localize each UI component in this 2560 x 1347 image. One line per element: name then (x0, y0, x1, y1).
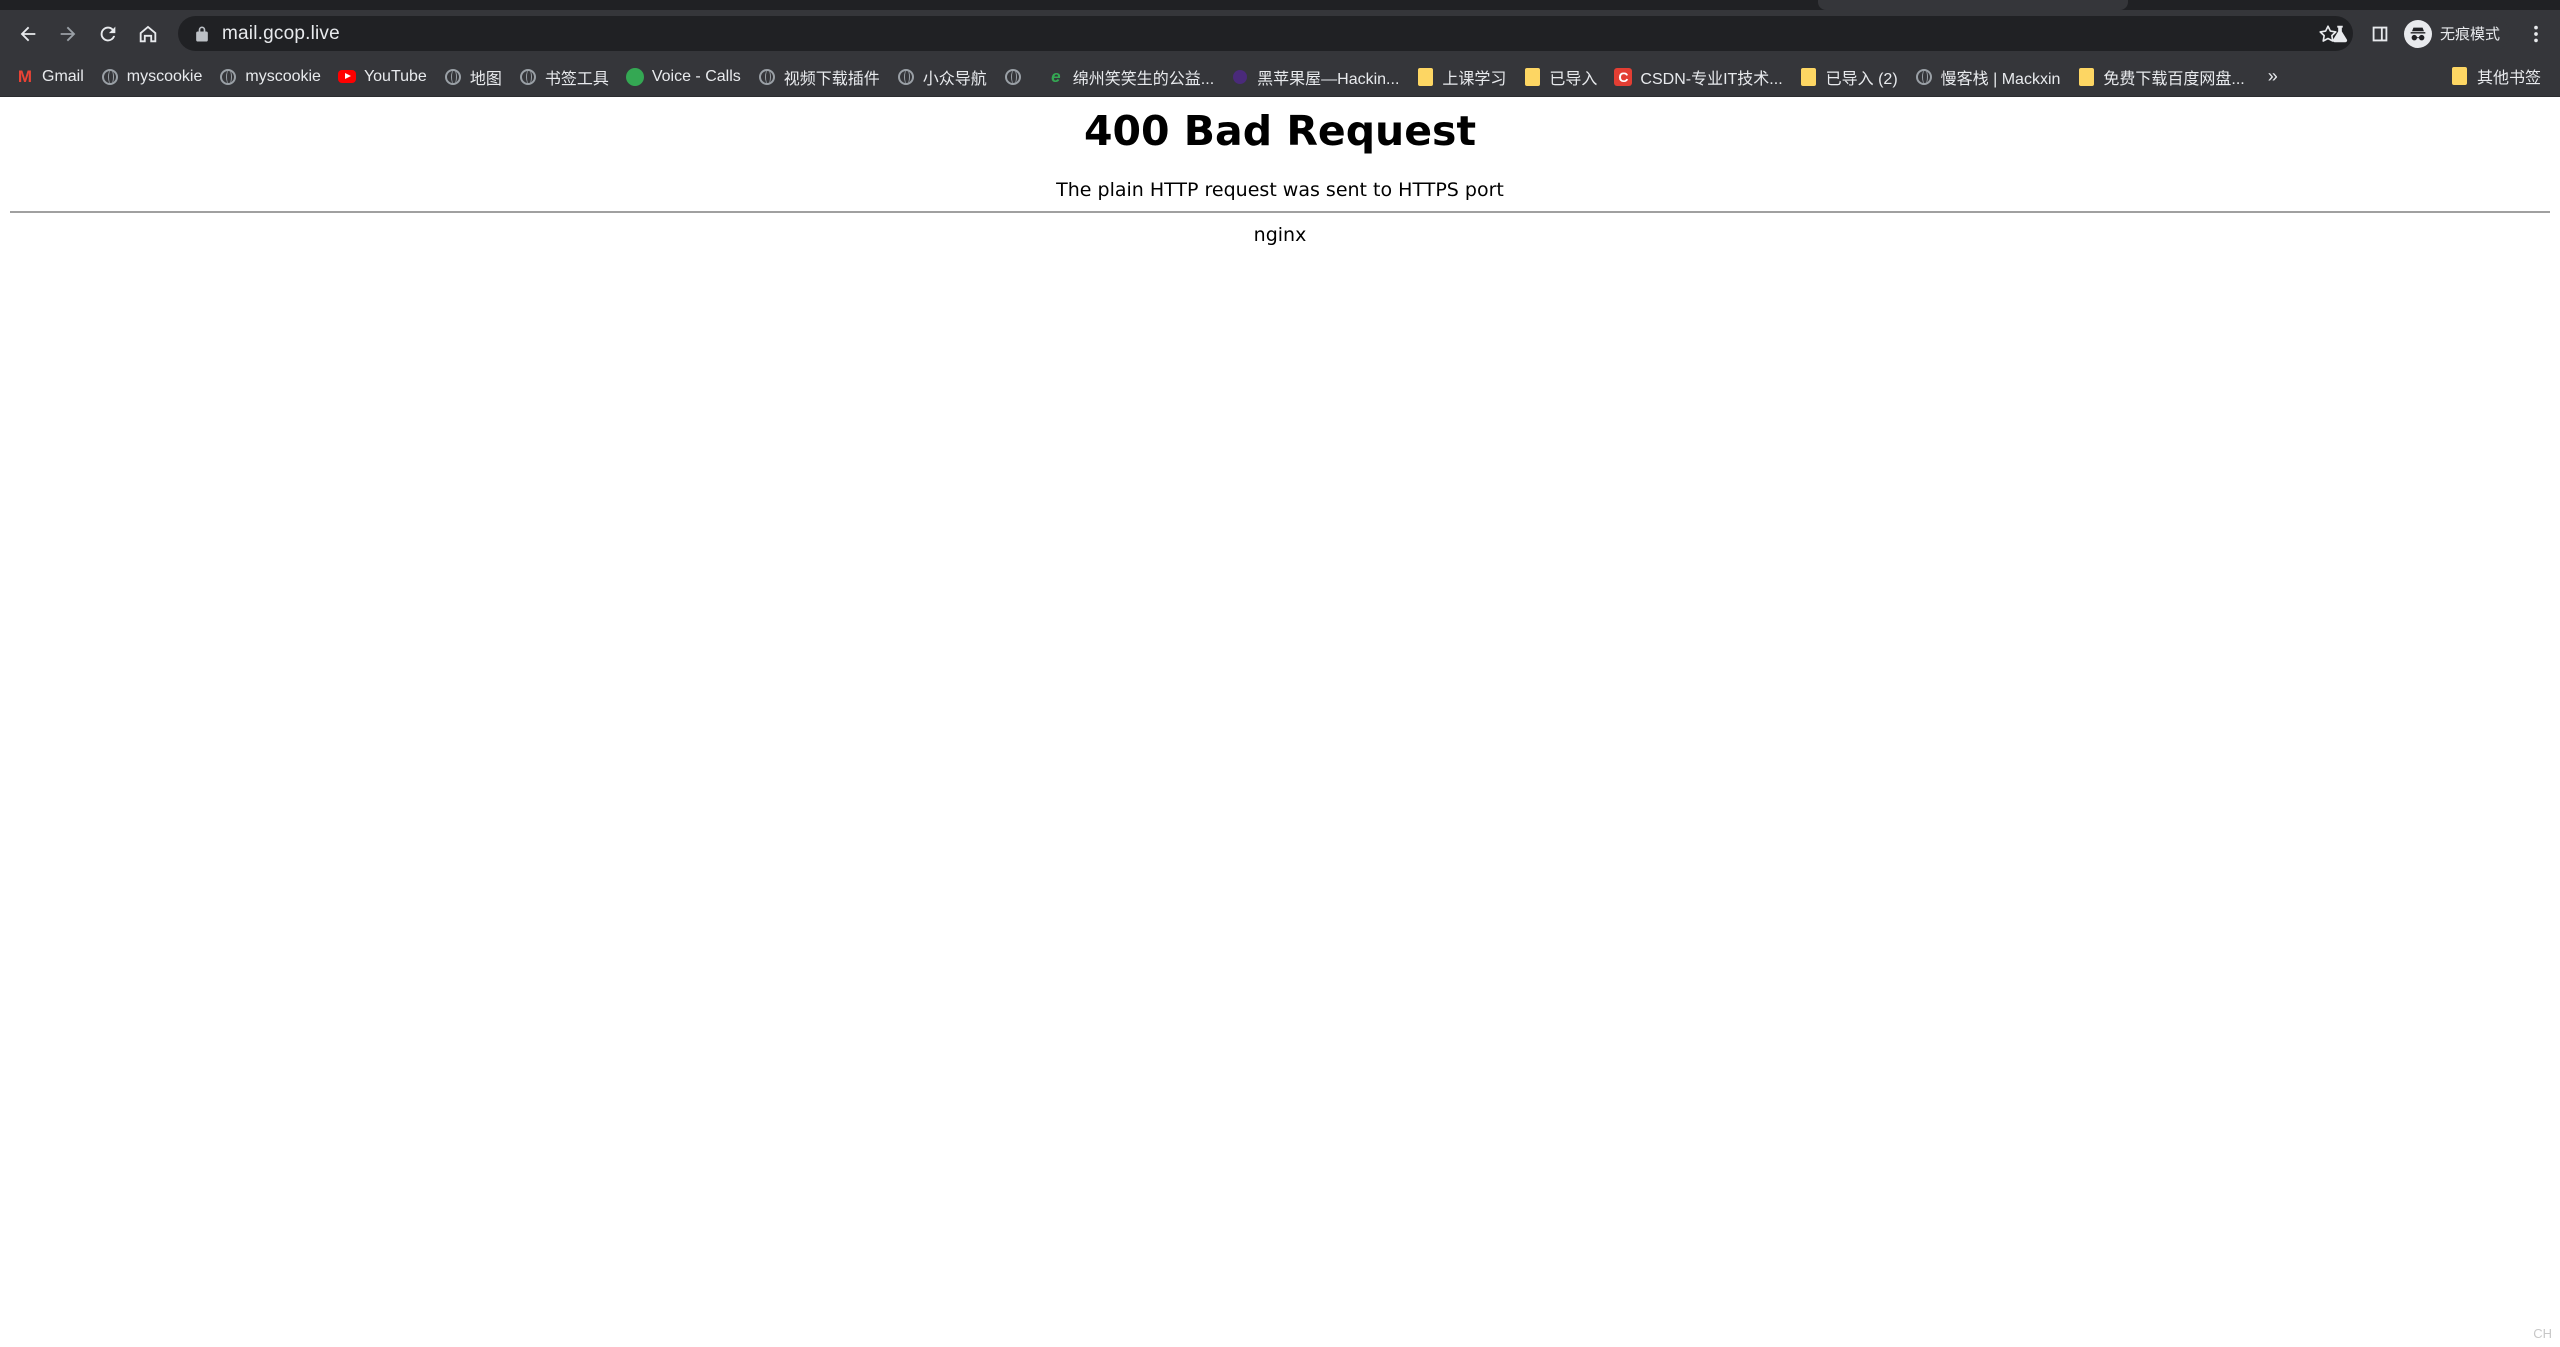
bookmark-item[interactable]: 已导入 (1515, 63, 1606, 91)
bookmark-item[interactable]: Voice - Calls (618, 63, 750, 91)
browser-toolbar: mail.gcop.live 无痕模式 (0, 10, 2560, 57)
youtube-icon (337, 68, 356, 86)
bookmark-item[interactable]: myscookie (211, 63, 330, 91)
e-icon: e (1051, 66, 1061, 86)
toolbar-right: 无痕模式 (2320, 10, 2560, 57)
page-content: 400 Bad Request The plain HTTP request w… (0, 97, 2560, 1347)
bookmark-item[interactable]: 慢客栈 | Mackxin (1907, 63, 2070, 91)
bookmark-item[interactable]: e 绵州笑笑生的公益... (1039, 63, 1223, 91)
globe-icon (444, 68, 462, 86)
voice-icon (625, 67, 644, 86)
incognito-profile-button[interactable]: 无痕模式 (2399, 17, 2510, 50)
bookmark-item[interactable]: 地图 (436, 63, 511, 91)
labs-button[interactable] (2320, 14, 2360, 54)
bookmark-item[interactable] (996, 63, 1039, 91)
other-bookmarks[interactable]: 其他书签 (2443, 62, 2550, 90)
bookmark-label: 视频下载插件 (783, 70, 880, 88)
other-bookmarks-label: 其他书签 (2476, 70, 2541, 87)
csdn-icon: C (1614, 67, 1633, 86)
bookmark-item[interactable]: C CSDN-专业IT技术... (1606, 63, 1791, 91)
divider (10, 211, 2550, 213)
arrow-left-icon (20, 26, 36, 41)
menu-button[interactable] (2516, 14, 2556, 54)
error-title: 400 Bad Request (1083, 107, 1477, 155)
reload-button[interactable] (88, 14, 128, 54)
reload-icon (100, 26, 116, 41)
bookmark-label: myscookie (126, 67, 203, 85)
system-tray: CH (2533, 1326, 2552, 1341)
bookmark-label: 绵州笑笑生的公益... (1072, 70, 1215, 88)
tab-strip (0, 0, 2560, 10)
bookmark-item[interactable]: 书签工具 (511, 63, 618, 91)
globe-icon (101, 68, 119, 86)
folder-icon (2451, 67, 2469, 85)
profile-label: 无痕模式 (2439, 26, 2500, 43)
bookmarks-overflow-button[interactable]: » (2254, 66, 2292, 87)
ime-indicator[interactable]: CH (2533, 1326, 2552, 1341)
bookmark-item[interactable]: 免费下载百度网盘... (2069, 63, 2253, 91)
error-message: The plain HTTP request was sent to HTTPS… (1056, 179, 1504, 201)
bookmark-label: Voice - Calls (651, 67, 741, 85)
flask-icon (2332, 25, 2348, 42)
incognito-icon (2403, 19, 2432, 48)
bookmark-item[interactable]: 黑苹果屋—Hackin... (1223, 63, 1408, 91)
home-icon (139, 25, 157, 42)
folder-icon (1523, 67, 1541, 86)
globe-icon (1004, 68, 1022, 86)
forward-button[interactable] (48, 14, 88, 54)
bookmark-item[interactable]: 已导入 (2) (1792, 63, 1907, 91)
bookmark-label: 已导入 (1549, 70, 1598, 88)
side-panel-icon (2372, 26, 2388, 41)
folder-icon (2077, 67, 2095, 86)
globe-icon (758, 68, 776, 86)
active-tab[interactable] (1818, 0, 2128, 10)
bookmark-list: M Gmail myscookie myscookie YouTube 地图 书签工具 Voi… (8, 63, 2254, 91)
globe-icon (897, 68, 915, 86)
bookmark-label: myscookie (245, 67, 321, 85)
folder-icon (1416, 67, 1434, 86)
bookmark-label: 慢客栈 | Mackxin (1940, 70, 2061, 88)
gmail-icon: M (17, 66, 33, 86)
globe-icon (1915, 68, 1933, 86)
bookmark-item[interactable]: myscookie (93, 63, 212, 91)
lock-icon[interactable] (192, 24, 212, 44)
bookmarks-bar: M Gmail myscookie myscookie YouTube 地图 书签工具 Voi… (0, 57, 2560, 97)
globe-icon (519, 68, 537, 86)
url-text[interactable]: mail.gcop.live (222, 23, 340, 45)
back-button[interactable] (8, 14, 48, 54)
home-button[interactable] (128, 14, 168, 54)
bookmark-label: YouTube (363, 67, 427, 85)
bookmark-label: 免费下载百度网盘... (2103, 70, 2245, 88)
bookmark-label: 地图 (469, 70, 502, 88)
bookmark-item[interactable]: YouTube (330, 63, 436, 91)
purple-dot-icon (1231, 68, 1249, 86)
bookmark-item[interactable]: M Gmail (8, 63, 93, 91)
server-name: nginx (1253, 224, 1307, 246)
bookmark-item[interactable]: 视频下载插件 (750, 63, 889, 91)
bookmark-label: Gmail (42, 67, 84, 85)
address-bar[interactable]: mail.gcop.live (178, 16, 2353, 51)
bookmark-item[interactable]: 小众导航 (889, 63, 996, 91)
more-vert-icon (2534, 25, 2538, 42)
globe-icon (219, 68, 237, 86)
bookmark-label: 黑苹果屋—Hackin... (1257, 70, 1400, 88)
bookmark-label: CSDN-专业IT技术... (1640, 70, 1783, 88)
bookmark-label: 上课学习 (1442, 70, 1507, 88)
folder-icon (1800, 67, 1818, 86)
arrow-right-icon (60, 26, 76, 41)
side-panel-button[interactable] (2360, 14, 2400, 54)
bookmark-label: 小众导航 (922, 70, 987, 88)
bookmark-item[interactable]: 上课学习 (1408, 63, 1515, 91)
bookmark-label: 已导入 (2) (1825, 70, 1898, 88)
bookmark-label: 书签工具 (544, 70, 609, 88)
